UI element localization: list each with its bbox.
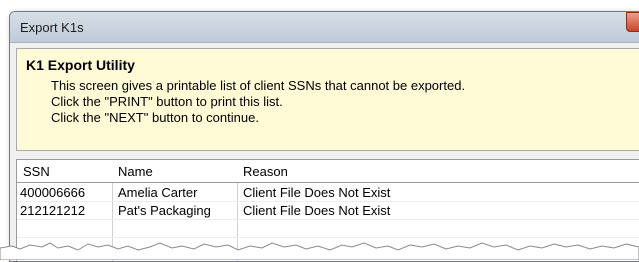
cell-name: Pat's Packaging <box>118 203 211 218</box>
column-header-reason[interactable]: Reason <box>243 164 288 179</box>
info-panel: K1 Export Utility This screen gives a pr… <box>16 48 639 151</box>
torn-edge-decoration <box>0 242 639 260</box>
info-line: This screen gives a printable list of cl… <box>51 78 466 93</box>
window-title: Export K1s <box>20 20 84 35</box>
export-k1s-window: Export K1s K1 Export Utility This screen… <box>9 11 639 262</box>
title-bar[interactable]: Export K1s <box>10 12 639 43</box>
row-divider <box>17 219 639 220</box>
cell-ssn: 400006666 <box>20 185 86 200</box>
cell-ssn: 212121212 <box>20 203 86 218</box>
column-header-name[interactable]: Name <box>118 164 153 179</box>
info-line: Click the "PRINT" button to print this l… <box>51 94 283 109</box>
column-header-ssn[interactable]: SSN <box>23 164 50 179</box>
close-button[interactable] <box>626 12 639 32</box>
table-row[interactable]: 400006666 Amelia Carter Client File Does… <box>17 184 639 201</box>
cell-reason: Client File Does Not Exist <box>243 203 391 218</box>
info-line: Click the "NEXT" button to continue. <box>51 110 259 125</box>
cell-reason: Client File Does Not Exist <box>243 185 391 200</box>
info-heading: K1 Export Utility <box>26 57 135 73</box>
table-header: SSN Name Reason <box>17 160 639 183</box>
cell-name: Amelia Carter <box>118 185 198 200</box>
table-row[interactable]: 212121212 Pat's Packaging Client File Do… <box>17 202 639 219</box>
